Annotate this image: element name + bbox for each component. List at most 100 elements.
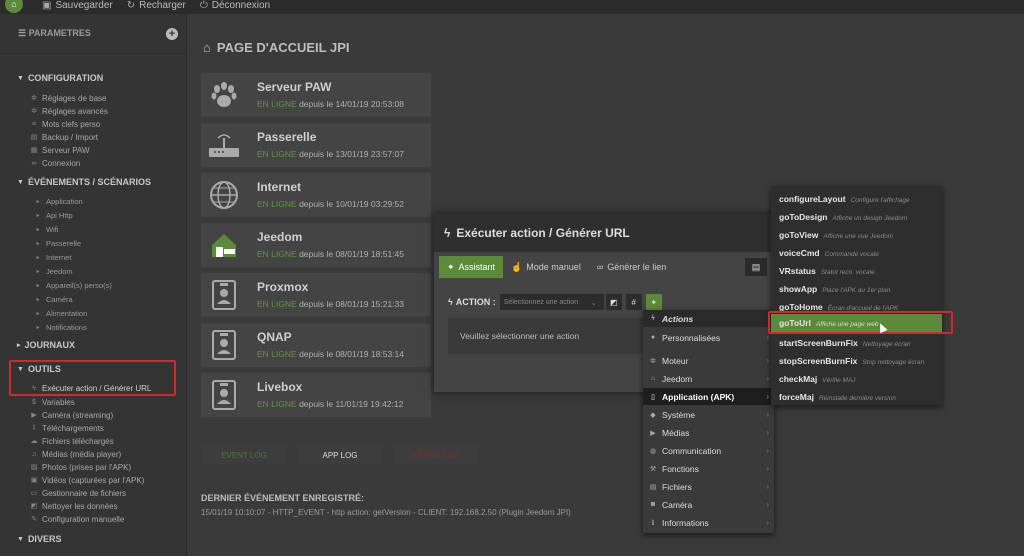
section-configuration[interactable]: ▼ CONFIGURATION (0, 71, 103, 85)
tab-mode-manuel[interactable]: ☝ Mode manuel (503, 256, 589, 278)
router-icon (201, 123, 247, 167)
submenu-item-checkmaj[interactable]: checkMaj Vérifie MAJ (771, 370, 942, 388)
tab-generer-lien[interactable]: ∞ Générer le lien (589, 256, 674, 278)
sidebar-item-nettoyer[interactable]: ◩ Nettoyer les données (30, 501, 118, 511)
hash-button[interactable]: # (625, 294, 642, 310)
sidebar-item-wifi[interactable]: ▸ Wifi (34, 224, 58, 234)
sidebar-item-alimentation[interactable]: ▸ Alimentation (34, 308, 87, 318)
menu-item-systeme[interactable]: ◆ Système › (643, 406, 774, 423)
play-icon: ▶ (650, 429, 656, 437)
event-log-button[interactable]: EVENT LOG (201, 445, 287, 465)
status-card-livebox[interactable]: Livebox EN LIGNE depuis le 11/01/19 19:4… (201, 373, 431, 417)
sidebar-item-internet[interactable]: ▸ Internet (34, 252, 71, 262)
submenu-item-stopscreenburnfix[interactable]: stopScreenBurnFix Stop nettoyage écran (771, 352, 942, 370)
sliders-icon: ☰ (18, 28, 29, 38)
sidebar-item-videos[interactable]: ▣ Vidéos (capturées par l'APK) (30, 475, 145, 485)
logout-button[interactable]: ⏻ Déconnexion (200, 0, 270, 11)
sidebar-item-mots-clefs[interactable]: ≡ Mots clefs perso (30, 119, 100, 129)
submenu-item-forcemaj[interactable]: forceMaj Réinstalle dernière version (771, 388, 942, 406)
submenu-item-vrstatus[interactable]: VRstatus Statut reco. vocale (771, 262, 942, 280)
sidebar-item-reglages-base[interactable]: ✲ Réglages de base (30, 93, 106, 103)
status-card-qnap[interactable]: QNAP EN LIGNE depuis le 08/01/19 18:53:1… (201, 323, 431, 367)
document-icon: ▤ (751, 261, 761, 272)
sidebar-item-notifications[interactable]: ▸ Notifications (34, 322, 86, 332)
home-logo[interactable]: ⌂ (0, 0, 28, 14)
menu-item-medias[interactable]: ▶ Médias › (643, 424, 774, 441)
submenu-item-voicecmd[interactable]: voiceCmd Commande vocale (771, 244, 942, 262)
sidebar-item-gestionnaire-fichiers[interactable]: ▭ Gestionnaire de fichiers (30, 488, 126, 498)
cog-icon: ✲ (650, 357, 656, 365)
section-events[interactable]: ▼ ÉVÉNEMENTS / SCÉNARIOS (0, 175, 151, 189)
sidebar-item-jeedom[interactable]: ▸ Jeedom (34, 266, 72, 276)
sidebar-item-photos[interactable]: ▨ Photos (prises par l'APK) (30, 462, 131, 472)
submenu-item-configurelayout[interactable]: configureLayout Configure l'affichage (771, 190, 942, 208)
sidebar-item-appareils[interactable]: ▸ Appareil(s) perso(s) (34, 280, 111, 290)
status-card-serveur-paw[interactable]: Serveur PAW EN LIGNE depuis le 14/01/19 … (201, 73, 431, 117)
reload-button[interactable]: ↻ Recharger (127, 0, 186, 11)
save-button[interactable]: ▣ Sauvegarder (42, 0, 113, 11)
globe-icon (201, 173, 247, 217)
sidebar-item-camera-streaming[interactable]: ▶ Caméra (streaming) (30, 410, 113, 420)
card-name: Serveur PAW (257, 80, 332, 94)
sidebar-item-telechargements[interactable]: ⇩ Téléchargements (30, 423, 104, 433)
menu-item-informations[interactable]: ℹ Informations › (643, 514, 774, 531)
wand-button[interactable]: ✦ (645, 294, 662, 310)
home-icon: ⌂ (650, 375, 656, 382)
document-button[interactable]: ▤ (745, 258, 767, 276)
section-divers[interactable]: ▼ DIVERS (0, 532, 61, 546)
card-name: Proxmox (257, 280, 309, 294)
floppy-icon: ▣ (42, 0, 52, 11)
menu-item-jeedom[interactable]: ⌂ Jeedom › (643, 370, 774, 387)
menu-item-communication[interactable]: ◍ Communication › (643, 442, 774, 459)
section-journaux[interactable]: ▸ JOURNAUX (0, 338, 75, 352)
menu-item-fonctions[interactable]: ⚒ Fonctions › (643, 460, 774, 477)
sidebar-item-application[interactable]: ▸ Application (34, 196, 82, 206)
menu-header-actions: ϟ Actions (643, 310, 774, 327)
submenu-item-gotoview[interactable]: goToView Affiche une vue Jeedom (771, 226, 942, 244)
sidebar-item-configuration-manuelle[interactable]: ✎ Configuration manuelle (30, 514, 124, 524)
sidebar-item-medias[interactable]: ♫ Médias (média player) (30, 449, 121, 459)
sidebar-item-connexion[interactable]: ∞ Connexion (30, 158, 81, 168)
card-status: EN LIGNE depuis le 08/01/19 18:53:14 (257, 349, 404, 359)
add-icon[interactable]: + (166, 27, 178, 40)
sidebar-item-api-http[interactable]: ▸ Api Http (34, 210, 72, 220)
chevron-right-icon: › (766, 482, 769, 491)
menu-item-application-apk[interactable]: ▯ Application (APK) › (643, 388, 774, 405)
submenu-item-showapp[interactable]: showApp Place l'APK au 1er plan (771, 280, 942, 298)
status-card-passerelle[interactable]: Passerelle EN LIGNE depuis le 13/01/19 2… (201, 123, 431, 167)
status-card-internet[interactable]: Internet EN LIGNE depuis le 10/01/19 03:… (201, 173, 431, 217)
card-status: EN LIGNE depuis le 14/01/19 20:53:08 (257, 99, 404, 109)
tab-assistant[interactable]: ✦ Assistant (439, 256, 504, 278)
app-log-button[interactable]: APP LOG (297, 445, 383, 465)
card-status: EN LIGNE depuis le 08/01/19 18:51:45 (257, 249, 404, 259)
highlight-box-outils (9, 360, 176, 396)
sidebar-item-variables[interactable]: $ Variables (30, 397, 75, 407)
sidebar-item-backup[interactable]: ▤ Backup / Import (30, 132, 98, 142)
status-card-jeedom[interactable]: Jeedom EN LIGNE depuis le 08/01/19 18:51… (201, 223, 431, 267)
sidebar-item-camera[interactable]: ▸ Caméra (34, 294, 72, 304)
menu-item-fichiers[interactable]: ▤ Fichiers › (643, 478, 774, 495)
menu-item-personnalisees[interactable]: ● Personnalisées › (643, 329, 774, 346)
submenu-item-startscreenburnfix[interactable]: startScreenBurnFix Nettoyage écran (771, 334, 942, 352)
diamond-icon: ◆ (650, 411, 656, 419)
link-icon: ∞ (31, 159, 37, 167)
save-icon: ▤ (30, 134, 38, 141)
sidebar-item-fichiers-telecharges[interactable]: ☁ Fichiers téléchargés (30, 436, 114, 446)
submenu-item-gotodesign[interactable]: goToDesign Affiche un design Jeedom (771, 208, 942, 226)
card-name: Passerelle (257, 130, 317, 144)
menu-item-moteur[interactable]: ✲ Moteur › (643, 352, 774, 369)
edit-icon: ✎ (31, 516, 37, 523)
action-menu: ϟ Actions ● Personnalisées › ✲ Moteur › ⌂ Jeed… (643, 310, 774, 533)
sidebar-item-reglages-avances[interactable]: ✲ Réglages avancés (30, 106, 108, 116)
modal-tabs: ✦ Assistant ☝ Mode manuel ∞ Générer le lien (439, 256, 674, 278)
sidebar-item-passerelle[interactable]: ▸ Passerelle (34, 238, 81, 248)
menu-item-camera[interactable]: ◙ Caméra › (643, 496, 774, 513)
status-card-proxmox[interactable]: Proxmox EN LIGNE depuis le 08/01/19 15:2… (201, 273, 431, 317)
last-event-text: 15/01/19 10:10:07 - HTTP_EVENT - http ac… (201, 508, 571, 517)
eraser-button[interactable]: ◩ (605, 294, 622, 310)
sidebar-item-serveur-paw[interactable]: ▦ Serveur PAW (30, 145, 90, 155)
chevron-right-icon: › (766, 446, 769, 455)
error-log-button[interactable]: ERROR LOG (393, 445, 479, 465)
chevron-down-icon: ⌄ (590, 297, 598, 307)
card-name: Internet (257, 180, 302, 194)
